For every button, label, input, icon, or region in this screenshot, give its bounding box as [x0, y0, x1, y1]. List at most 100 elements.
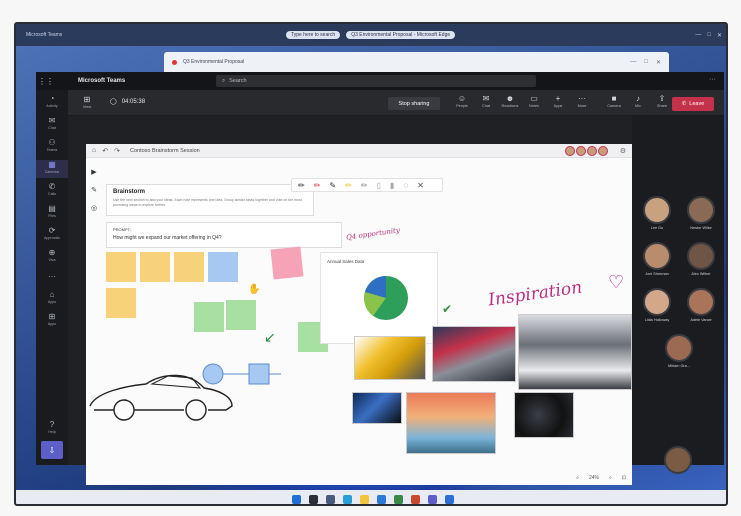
- close-icon[interactable]: ✕: [417, 181, 424, 190]
- more-options-icon[interactable]: ···: [709, 76, 716, 83]
- zoom-in-icon[interactable]: ⌕: [609, 475, 612, 481]
- sticky-note[interactable]: [226, 300, 256, 330]
- participant-tile[interactable]: Lidia Holloway: [634, 288, 680, 322]
- rail-item-apps[interactable]: ⊞ Apps: [36, 312, 68, 330]
- photo-red-car[interactable]: [432, 326, 516, 382]
- excel-icon[interactable]: [394, 494, 403, 504]
- brainstorm-card[interactable]: Brainstorm Use the next section to add y…: [106, 184, 314, 216]
- rail-item-help[interactable]: ? Help: [36, 420, 68, 438]
- rail-item-activity[interactable]: ◔ Activity: [36, 94, 68, 112]
- prompt-card[interactable]: PROMPT: How might we expand our market o…: [106, 222, 342, 248]
- rail-item-store[interactable]: ⌂ Apps: [36, 290, 68, 308]
- reactions-button[interactable]: ☻ Reactions: [501, 93, 519, 108]
- pen-icon[interactable]: ✎: [329, 181, 336, 190]
- fit-screen-icon[interactable]: ⊡: [622, 475, 626, 481]
- mic-button[interactable]: ♪ Mic: [629, 93, 647, 108]
- rail-item-viva[interactable]: ⊕ Viva: [36, 248, 68, 266]
- pencil-icon[interactable]: ✏: [361, 181, 368, 190]
- notes-button[interactable]: ▭ Notes: [525, 93, 543, 108]
- participant-tile[interactable]: Miriam Gra...: [656, 334, 702, 368]
- more-button[interactable]: ··· More: [573, 93, 591, 108]
- browser-tab-title[interactable]: Q3 Environmental Proposal: [183, 59, 244, 65]
- gear-icon[interactable]: ⚙: [620, 147, 626, 155]
- search-icon: ⌕: [222, 77, 226, 84]
- sticky-note[interactable]: [270, 246, 304, 280]
- camera-button[interactable]: ■ Camera: [605, 93, 623, 108]
- maximize-icon[interactable]: □: [707, 32, 711, 39]
- sticky-note[interactable]: [208, 252, 238, 282]
- pen-icon[interactable]: ✎: [91, 186, 97, 194]
- widgets-icon[interactable]: [326, 494, 335, 504]
- outlook-icon[interactable]: [445, 494, 454, 504]
- store-icon[interactable]: [377, 494, 386, 504]
- start-icon[interactable]: [292, 494, 301, 504]
- sticky-note[interactable]: [106, 288, 136, 318]
- apps-icon: ⊞: [48, 312, 56, 321]
- share-button[interactable]: ⇪ Share: [653, 93, 671, 108]
- apps-button[interactable]: + Apps: [549, 93, 567, 108]
- red-pen-icon[interactable]: ✏: [314, 181, 321, 190]
- eraser-icon[interactable]: ▯: [377, 181, 381, 190]
- minimize-icon[interactable]: —: [695, 32, 701, 39]
- shapes-icon[interactable]: ◎: [91, 204, 97, 212]
- rail-item-teams[interactable]: ⚇ Teams: [36, 138, 68, 156]
- sales-chart-card[interactable]: Annual Sales Data: [320, 252, 438, 344]
- edge-icon[interactable]: [343, 494, 352, 504]
- participant-tile[interactable]: Alex Wilber: [678, 242, 724, 276]
- search-input[interactable]: ⌕ Search: [216, 75, 536, 87]
- view-button[interactable]: ⊞ View: [78, 94, 96, 109]
- sticky-note[interactable]: [174, 252, 204, 282]
- highlighter-icon[interactable]: ✏: [345, 181, 352, 190]
- rail-item-chat[interactable]: ✉ Chat: [36, 116, 68, 134]
- app-launcher-icon[interactable]: ⋮⋮: [36, 77, 56, 86]
- select-icon[interactable]: ▶: [91, 168, 96, 176]
- whiteboard-canvas[interactable]: ⌂ ↶ ↷ Contoso Brainstorm Session ⚙ ▶ ✎ ◎…: [86, 144, 632, 485]
- more-apps-icon: ···: [48, 272, 56, 281]
- avatar: [687, 242, 715, 270]
- notes-icon: ▭: [530, 94, 538, 103]
- rail-item-calls[interactable]: ✆ Calls: [36, 182, 68, 200]
- car-body-stroke: [89, 374, 233, 411]
- participant-tile[interactable]: Nestor Wilke: [678, 196, 724, 230]
- photo-vintage-car[interactable]: [518, 314, 632, 390]
- home-icon[interactable]: ⌂: [92, 147, 96, 154]
- browser-minimize-icon[interactable]: —: [630, 59, 636, 66]
- lasso-icon[interactable]: ◌: [403, 181, 408, 190]
- rail-item-files[interactable]: ▤ Files: [36, 204, 68, 222]
- photo-speedometer[interactable]: [514, 392, 574, 438]
- people-button[interactable]: ☺ People: [453, 93, 471, 108]
- redo-icon[interactable]: ↷: [114, 147, 120, 155]
- zoom-out-icon[interactable]: ⌕: [576, 475, 579, 481]
- photo-heart-balloon[interactable]: [406, 392, 496, 454]
- rail-item-more[interactable]: ···: [36, 272, 68, 290]
- explorer-icon[interactable]: [360, 494, 369, 504]
- sticky-note[interactable]: [194, 302, 224, 332]
- ruler-icon[interactable]: ▮: [390, 181, 394, 190]
- sticky-note[interactable]: [106, 252, 136, 282]
- undo-icon[interactable]: ↶: [102, 147, 108, 155]
- self-video-tile[interactable]: [664, 446, 692, 474]
- photo-ignition[interactable]: [352, 392, 402, 424]
- black-pen-icon[interactable]: ✏: [298, 181, 305, 190]
- participant-tile[interactable]: Adele Vance: [678, 288, 724, 322]
- participant-tile[interactable]: Lee Gu: [634, 196, 680, 230]
- teams-icon[interactable]: [428, 494, 437, 504]
- photo-yellow-car[interactable]: [354, 336, 426, 380]
- participant-tile[interactable]: Joni Sherman: [634, 242, 680, 276]
- sticky-note[interactable]: [140, 252, 170, 282]
- download-icon[interactable]: ⇩: [41, 441, 63, 459]
- rail-item-calendar[interactable]: ▦ Calendar: [36, 160, 68, 178]
- edge-window-pill[interactable]: Q3 Environmental Proposal - Microsoft Ed…: [346, 31, 456, 39]
- browser-maximize-icon[interactable]: □: [644, 59, 648, 66]
- leave-button[interactable]: ✆ Leave: [672, 97, 714, 111]
- stop-sharing-button[interactable]: Stop sharing: [388, 97, 440, 110]
- participant-name: Lee Gu: [650, 226, 664, 230]
- chat-button[interactable]: ✉ Chat: [477, 93, 495, 108]
- taskbar-search-pill[interactable]: Type here to search: [286, 31, 341, 39]
- powerpoint-icon[interactable]: [411, 494, 420, 504]
- rail-item-approvals[interactable]: ⟳ Approvals: [36, 226, 68, 244]
- taskview-icon[interactable]: [309, 494, 318, 504]
- camera-icon: ■: [611, 94, 617, 103]
- close-icon[interactable]: ✕: [717, 32, 722, 39]
- browser-close-icon[interactable]: ✕: [656, 59, 661, 66]
